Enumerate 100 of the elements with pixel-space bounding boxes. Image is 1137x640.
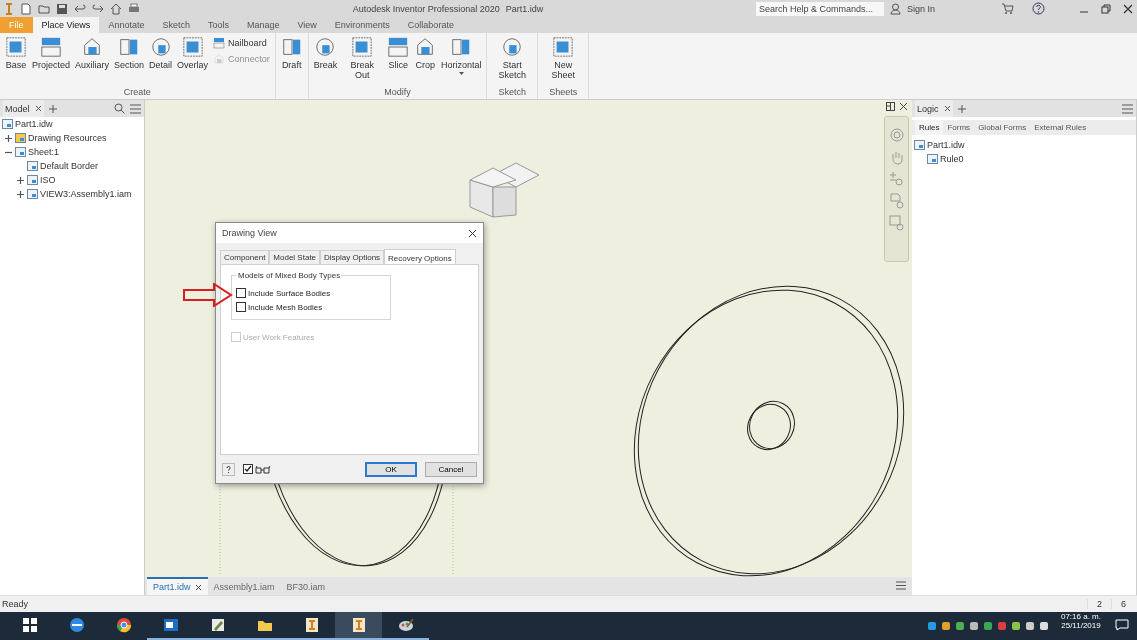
ribbon-button[interactable]: New Sheet	[541, 35, 586, 81]
ribbon-tab[interactable]: Environments	[325, 17, 399, 33]
tree-item-label[interactable]: Default Border	[40, 161, 99, 171]
tree-item-label[interactable]: ISO	[40, 175, 56, 185]
restore-icon[interactable]	[1101, 3, 1111, 14]
help-button[interactable]	[222, 462, 235, 476]
ribbon-button[interactable]: Base	[3, 35, 29, 71]
ribbon-button[interactable]: Slice	[385, 35, 412, 71]
ribbon-tab[interactable]: Place Views	[32, 17, 100, 33]
drawing-view-icon	[213, 53, 226, 65]
save-icon[interactable]	[56, 2, 68, 15]
search-field[interactable]: Search Help & Commands...	[755, 1, 884, 16]
dialog-tab[interactable]: Component	[220, 250, 270, 264]
tree-item-label[interactable]: Drawing Resources	[28, 133, 107, 143]
drawing-view-icon	[213, 37, 226, 49]
windows-logo-icon[interactable]	[22, 618, 37, 632]
dialog-button[interactable]: Cancel	[425, 461, 477, 477]
tree-item-label[interactable]: Sheet:1	[28, 147, 60, 157]
notification-icon[interactable]	[1115, 619, 1129, 631]
tree-item-label[interactable]: Part1.idw	[927, 140, 965, 150]
plus-icon[interactable]	[48, 104, 57, 113]
help-icon[interactable]	[1032, 2, 1045, 15]
tool-icon[interactable]	[303, 617, 320, 633]
expand-icon[interactable]	[16, 175, 25, 185]
rules-tab[interactable]: External Rules	[1030, 120, 1091, 135]
ribbon-button[interactable]: Detail	[147, 35, 175, 71]
plus-icon[interactable]	[957, 104, 966, 113]
home-icon[interactable]	[110, 2, 122, 15]
undo-icon[interactable]	[74, 2, 86, 15]
ribbon-button[interactable]: Break	[311, 35, 340, 71]
tree-item-label[interactable]: Rule0	[940, 154, 964, 164]
rules-tab[interactable]: Global Forms	[974, 120, 1031, 135]
checkbox[interactable]	[236, 302, 246, 312]
browser-tab[interactable]: Model	[3, 100, 44, 117]
document-tab[interactable]: Part1.idw	[147, 577, 208, 595]
checkbox[interactable]	[243, 464, 253, 474]
close-icon[interactable]	[468, 228, 477, 238]
menu-icon[interactable]	[896, 581, 906, 590]
dialog-tab[interactable]: Model State	[269, 250, 321, 264]
globe-icon[interactable]	[68, 617, 85, 633]
dialog-tab[interactable]: Display Options	[320, 250, 385, 264]
ribbon-tab[interactable]: Manage	[237, 17, 289, 33]
document-tab[interactable]: BF30.iam	[280, 577, 332, 595]
ribbon-button[interactable]: Auxiliary	[73, 35, 112, 71]
tray-icon[interactable]	[968, 621, 979, 631]
search-icon[interactable]	[114, 103, 125, 114]
mail-icon[interactable]	[162, 617, 179, 633]
tray-icon[interactable]	[1024, 621, 1035, 631]
clock-date: 25/11/2019	[1061, 621, 1101, 630]
panel-layout-icon[interactable]	[886, 102, 895, 111]
expand-icon[interactable]	[4, 133, 13, 143]
tray-icon[interactable]	[926, 621, 937, 631]
ribbon-button[interactable]: Crop	[412, 35, 439, 71]
close-icon[interactable]	[1123, 3, 1133, 14]
ribbon-tab[interactable]: Sketch	[153, 17, 199, 33]
open-folder-icon[interactable]	[38, 2, 50, 15]
tool-icon[interactable]	[350, 617, 367, 633]
sheet-icon	[15, 133, 26, 143]
dialog-button[interactable]: OK	[365, 461, 417, 477]
pencil-icon[interactable]	[209, 617, 226, 633]
new-file-icon[interactable]	[20, 2, 32, 15]
rules-tab[interactable]: Rules	[915, 120, 944, 135]
ribbon-button[interactable]: Horizontal	[439, 35, 484, 76]
tray-icon[interactable]	[982, 621, 993, 631]
ribbon-button[interactable]: Draft	[278, 35, 305, 71]
close-icon[interactable]	[943, 105, 951, 112]
expand-icon[interactable]	[16, 189, 25, 199]
ribbon-button[interactable]: Nailboard	[211, 36, 272, 50]
cart-icon[interactable]	[1001, 2, 1014, 15]
redo-icon[interactable]	[92, 2, 104, 15]
close-icon[interactable]	[34, 105, 42, 112]
ring-icon[interactable]	[115, 617, 132, 633]
ribbon-tab[interactable]: Collaborate	[398, 17, 463, 33]
sign-in-link[interactable]: Sign In	[906, 3, 935, 14]
tree-item-label[interactable]: VIEW3:Assembly1.iam	[40, 189, 132, 199]
print-icon[interactable]	[128, 2, 140, 15]
panel-tab[interactable]: Logic	[915, 100, 953, 117]
palette-icon[interactable]	[397, 617, 414, 633]
tray-icon[interactable]	[1010, 621, 1021, 631]
ribbon-tab[interactable]: Annotate	[99, 17, 154, 33]
ribbon-button[interactable]: Section	[112, 35, 147, 71]
ribbon-tab[interactable]: Tools	[198, 17, 238, 33]
document-tab[interactable]: Assembly1.iam	[207, 577, 281, 595]
rules-tab[interactable]: Forms	[943, 120, 975, 135]
tree-item-label[interactable]: Part1.idw	[15, 119, 53, 129]
clock-time: 07:16 a. m.	[1060, 612, 1101, 621]
close-icon[interactable]	[194, 583, 202, 591]
ribbon-button[interactable]: Projected	[30, 35, 73, 71]
close-icon[interactable]	[899, 102, 908, 111]
dialog-tab[interactable]: Recovery Options	[384, 249, 456, 265]
checkbox[interactable]	[236, 288, 246, 298]
group-title: Models of Mixed Body Types	[237, 271, 342, 280]
help-icon	[224, 464, 233, 474]
ribbon-tab[interactable]: View	[288, 17, 326, 33]
ribbon-button[interactable]: Overlay	[175, 35, 211, 71]
ribbon-button[interactable]: Start Sketch	[490, 35, 535, 81]
tray-icon[interactable]	[940, 621, 951, 631]
tray-icon[interactable]	[1038, 621, 1049, 631]
ribbon-button[interactable]: Break Out	[340, 35, 385, 81]
tray-icon[interactable]	[954, 621, 965, 631]
